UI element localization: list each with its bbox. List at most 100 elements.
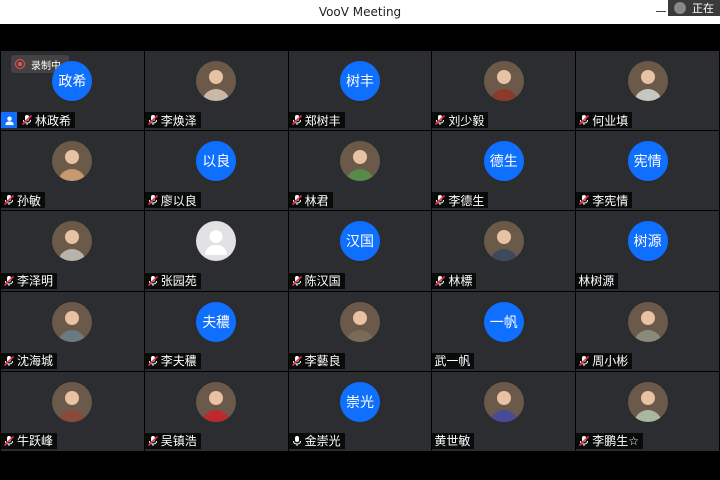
participant-nameplate: 金崇光 bbox=[288, 432, 345, 449]
avatar bbox=[339, 301, 380, 342]
mic-muted-icon bbox=[578, 194, 590, 206]
participant-tile[interactable]: 张园苑 bbox=[144, 211, 288, 291]
mic-muted-icon bbox=[578, 435, 590, 447]
avatar-head bbox=[352, 310, 367, 325]
participant-nameplate: 李藝良 bbox=[288, 352, 345, 369]
participant-tile[interactable]: 李鹏生☆ bbox=[576, 371, 719, 451]
participant-tile[interactable]: 吴镇浩 bbox=[144, 371, 288, 451]
avatar-initials: 政希 bbox=[52, 61, 93, 101]
participant-tile[interactable]: 牛跃峰 bbox=[1, 371, 144, 451]
mic-muted-icon bbox=[21, 114, 33, 126]
participant-name: 郑树丰 bbox=[304, 113, 341, 128]
participant-nameplate: 孙敏 bbox=[1, 192, 46, 209]
mic-muted-icon bbox=[147, 355, 159, 367]
avatar-body bbox=[489, 249, 518, 262]
avatar-initials: 树丰 bbox=[339, 61, 380, 101]
avatar bbox=[483, 221, 524, 262]
avatar bbox=[627, 381, 668, 422]
mic-muted-icon bbox=[291, 194, 303, 206]
participant-name: 林树源 bbox=[578, 274, 615, 289]
participant-tile[interactable]: 崇光金崇光 bbox=[288, 371, 432, 451]
avatar-head bbox=[496, 70, 511, 84]
participant-name: 刘少毅 bbox=[448, 113, 485, 128]
bottom-toolbar-area bbox=[0, 452, 720, 480]
participant-nameplate: 牛跃峰 bbox=[1, 432, 58, 449]
participant-tile[interactable]: 刘少毅 bbox=[432, 51, 576, 131]
avatar-initials: 崇光 bbox=[339, 381, 380, 422]
participant-nameplate: 林君 bbox=[288, 192, 333, 209]
participant-tile[interactable]: 孙敏 bbox=[1, 131, 144, 211]
mic-muted-icon bbox=[434, 194, 446, 206]
avatar-body bbox=[202, 89, 231, 101]
participant-tile[interactable]: 录制中 政希 林政希 bbox=[1, 51, 144, 131]
avatar bbox=[196, 381, 237, 422]
participant-tile[interactable]: 以良 廖以良 bbox=[144, 131, 288, 211]
avatar-head bbox=[640, 390, 655, 405]
avatar-head bbox=[352, 150, 367, 165]
mic-icon bbox=[291, 435, 303, 447]
participant-name: 沈海城 bbox=[17, 354, 54, 369]
avatar-initials: 宪情 bbox=[627, 141, 668, 182]
avatar-body bbox=[633, 409, 662, 422]
active-speaker-indicator[interactable]: 正在 bbox=[668, 0, 720, 16]
participant-nameplate: 何业填 bbox=[576, 112, 633, 129]
participant-nameplate: 吴镇浩 bbox=[144, 432, 201, 449]
participant-nameplate: 黄世敏 bbox=[432, 432, 475, 449]
participant-nameplate: 陈汉国 bbox=[288, 272, 345, 289]
avatar-body bbox=[58, 249, 87, 262]
participant-tile[interactable]: 宪情李宪情 bbox=[576, 131, 719, 211]
top-toolbar-area bbox=[0, 24, 720, 50]
participant-name: 李鹏生☆ bbox=[592, 434, 639, 449]
mic-muted-icon bbox=[147, 114, 159, 126]
avatar bbox=[52, 381, 93, 422]
participant-tile[interactable]: 李焕泽 bbox=[144, 51, 288, 131]
avatar bbox=[196, 221, 237, 262]
title-bar: VooV Meeting 正在 bbox=[0, 0, 720, 24]
avatar bbox=[339, 141, 380, 182]
participant-tile[interactable]: 林君 bbox=[288, 131, 432, 211]
speaker-avatar-icon bbox=[674, 2, 686, 14]
participant-tile[interactable]: 汉国 陈汉国 bbox=[288, 211, 432, 291]
participant-tile[interactable]: 黄世敏 bbox=[432, 371, 576, 451]
participant-tile[interactable]: 沈海城 bbox=[1, 291, 144, 371]
avatar-initials: 德生 bbox=[483, 141, 524, 182]
participant-nameplate: 张园苑 bbox=[144, 272, 201, 289]
avatar-body bbox=[58, 329, 87, 342]
avatar bbox=[52, 301, 93, 342]
avatar bbox=[483, 61, 524, 101]
participant-tile[interactable]: 德生 李德生 bbox=[432, 131, 576, 211]
minimize-icon[interactable] bbox=[656, 11, 666, 12]
participant-tile[interactable]: 李藝良 bbox=[288, 291, 432, 371]
participant-name: 何业填 bbox=[592, 113, 629, 128]
avatar-initials: 一帆 bbox=[483, 301, 524, 342]
speaking-label: 正在 bbox=[692, 2, 714, 15]
host-user-icon bbox=[1, 112, 17, 129]
participant-tile[interactable]: 周小彬 bbox=[576, 291, 719, 371]
record-icon bbox=[15, 59, 25, 69]
participant-nameplate: 林树源 bbox=[576, 272, 619, 289]
avatar-body bbox=[489, 89, 518, 101]
mic-muted-icon bbox=[3, 435, 15, 447]
participant-tile[interactable]: 树丰郑树丰 bbox=[288, 51, 432, 131]
participant-nameplate: 李宪情 bbox=[576, 192, 633, 209]
participant-nameplate: 刘少毅 bbox=[432, 112, 489, 129]
window-title: VooV Meeting bbox=[318, 5, 402, 19]
participant-nameplate: 李焕泽 bbox=[144, 112, 201, 129]
participant-tile[interactable]: 夫穠 李夫穠 bbox=[144, 291, 288, 371]
participant-tile[interactable]: 何业填 bbox=[576, 51, 719, 131]
participant-name: 陈汉国 bbox=[304, 274, 341, 289]
avatar-initials: 树源 bbox=[627, 221, 668, 262]
avatar-head bbox=[65, 310, 80, 325]
avatar-body bbox=[202, 409, 231, 422]
participant-name: 吴镇浩 bbox=[160, 434, 197, 449]
participant-tile[interactable]: 李泽明 bbox=[1, 211, 144, 291]
participant-tile[interactable]: 林標 bbox=[432, 211, 576, 291]
mic-muted-icon bbox=[147, 194, 159, 206]
participant-name: 黄世敏 bbox=[434, 434, 471, 449]
participant-name: 金崇光 bbox=[304, 434, 341, 449]
participant-name: 孙敏 bbox=[17, 193, 42, 208]
participant-name: 李夫穠 bbox=[160, 354, 197, 369]
participant-tile[interactable]: 树源 林树源 bbox=[576, 211, 719, 291]
avatar bbox=[52, 141, 93, 182]
participant-tile[interactable]: 一帆 武一帆 bbox=[432, 291, 576, 371]
